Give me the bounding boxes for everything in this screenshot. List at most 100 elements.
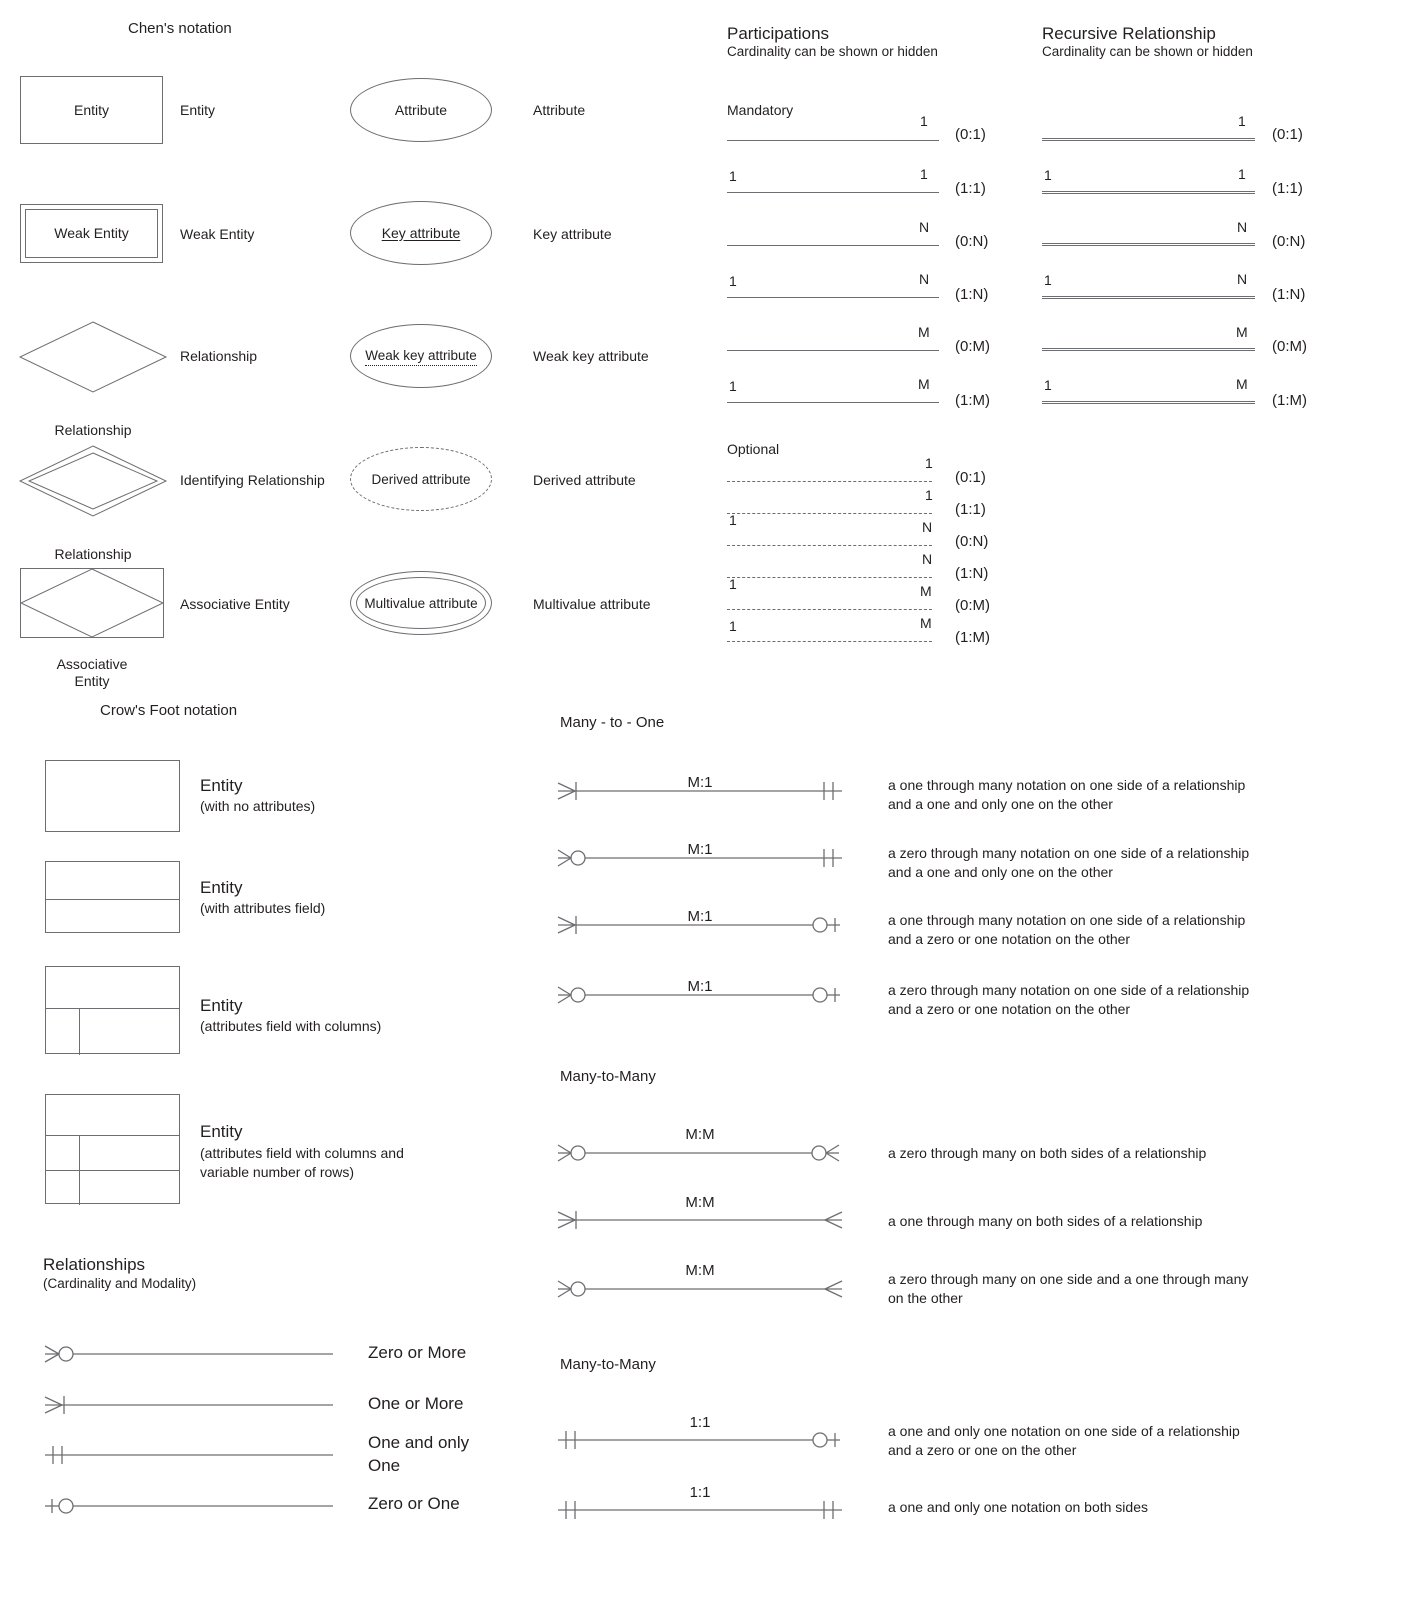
participation-right-mandatory-6: M [918,376,930,392]
recursive-line-4 [1042,296,1255,299]
desc-line-2: and a zero or one notation on the other [888,1001,1131,1017]
recursive-card-4: (1:N) [1272,286,1306,303]
desc-line-1: a zero through many notation on one side… [888,845,1250,861]
one-to-one-desc-2: a one and only one notation on both side… [888,1498,1358,1517]
recursive-right-3: N [1237,219,1248,235]
chen-notation-title: Chen's notation [128,20,232,37]
participation-left-optional-6: 1 [729,618,737,634]
desc-line-1: a one through many notation on one side … [888,777,1246,793]
many-to-many-connector-1 [557,1141,842,1165]
recursive-left-2: 1 [1044,167,1052,183]
participation-right-optional-5: M [920,583,932,599]
crowsfoot-entity-attributes-columns-rows [45,1094,180,1205]
participations-title: Participations [727,24,830,43]
chen-shape-weak-key-attribute: Weak key attribute [350,324,492,388]
chen-shape-entity-text: Entity [73,101,109,118]
participation-line-optional-2 [727,513,932,514]
recursive-line-5 [1042,348,1255,351]
modality-label-one-or-more: One or More [368,1394,464,1413]
recursive-right-4: N [1237,271,1248,287]
chen-shape-weak-entity: Weak Entity [20,204,163,263]
participation-card-mandatory-6: (1:M) [955,392,990,409]
recursive-title: Recursive Relationship [1042,24,1216,43]
desc-line-1: a one and only one notation on one side … [888,1423,1240,1439]
recursive-card-3: (0:N) [1272,233,1306,250]
chen-shape-weak-entity-text: Weak Entity [54,225,129,241]
participations-mandatory-label: Mandatory [727,102,794,118]
chen-shape-identifying-relationship: Relationship [18,444,168,562]
modality-label-one-and-only-one-2: One [368,1456,401,1475]
chen-label-derived-attribute: Derived attribute [533,472,636,488]
one-to-one-title: Many-to-Many [560,1356,656,1373]
participation-line-optional-3 [727,545,932,546]
crowsfoot-entity-1-label: Entity [200,776,243,795]
participation-card-optional-4: (1:N) [955,565,989,582]
participation-line-mandatory-3 [727,245,939,246]
participation-card-mandatory-5: (0:M) [955,338,990,355]
participation-card-optional-2: (1:1) [955,501,986,518]
crowsfoot-entity-3-label: Entity [200,996,243,1015]
many-to-one-connector-3 [557,913,842,937]
chen-shape-key-attribute-text: Key attribute [381,224,461,241]
many-to-one-desc-3: a one through many notation on one side … [888,911,1358,949]
chen-label-associative-entity: Associative Entity [180,596,290,612]
chen-shape-associative-entity-text: Associative Entity [20,656,164,690]
participation-card-mandatory-2: (1:1) [955,180,986,197]
desc-line-1: a one through many on both sides of a re… [888,1213,1203,1229]
participation-card-optional-5: (0:M) [955,597,990,614]
desc-line-1: a zero through many notation on one side… [888,982,1250,998]
modality-symbol-one-and-only-one [45,1438,333,1472]
one-to-one-connector-1 [558,1428,842,1452]
participation-right-mandatory-1: 1 [920,113,928,129]
recursive-card-6: (1:M) [1272,392,1307,409]
crowsfoot-entity-4-label: Entity [200,1122,243,1141]
participation-right-optional-1: 1 [925,455,933,471]
recursive-right-6: M [1236,376,1248,392]
recursive-line-2 [1042,191,1255,194]
chen-shape-attribute: Attribute [350,78,492,142]
chen-shape-multivalue-attribute: Multivalue attribute [350,571,492,635]
desc-line-2: and a zero or one notation on the other [888,931,1131,947]
modality-symbol-one-or-more [44,1388,333,1422]
crowsfoot-entity-4-sub: (attributes field with columns and [200,1145,404,1161]
many-to-one-desc-1: a one through many notation on one side … [888,776,1358,814]
many-to-one-desc-4: a zero through many notation on one side… [888,981,1358,1019]
participations-optional-label: Optional [727,441,780,457]
chen-shape-associative-entity: Associative Entity [19,568,165,689]
participation-left-optional-5: 1 [729,576,737,592]
assoc-line-1: Associative [56,656,128,672]
recursive-right-1: 1 [1238,113,1246,129]
desc-line-2: and a one and only one on the other [888,796,1113,812]
chen-label-multivalue-attribute: Multivalue attribute [533,596,651,612]
participation-card-mandatory-1: (0:1) [955,126,986,143]
participation-line-optional-4 [727,577,932,578]
chen-shape-derived-attribute: Derived attribute [350,447,492,511]
recursive-card-5: (0:M) [1272,338,1307,355]
modality-label-zero-or-one: Zero or One [368,1494,460,1513]
participation-right-mandatory-4: N [919,271,930,287]
recursive-card-2: (1:1) [1272,180,1303,197]
participation-line-mandatory-4 [727,297,939,298]
crowsfoot-entity-2-label: Entity [200,878,243,897]
modality-symbol-zero-or-more [44,1337,333,1371]
entity-divider [45,1008,180,1009]
desc-line-2: on the other [888,1290,963,1306]
modality-label-one-and-only-one: One and only [368,1433,470,1452]
modality-symbol-zero-or-one [45,1489,333,1523]
chen-shape-entity: Entity [20,76,163,144]
desc-line-1: a one and only one notation on both side… [888,1499,1148,1515]
participation-card-mandatory-3: (0:N) [955,233,989,250]
entity-divider [45,899,180,900]
participation-line-mandatory-1 [727,140,939,141]
many-to-one-connector-2 [557,846,842,870]
participation-line-optional-1 [727,481,932,482]
recursive-line-1 [1042,138,1255,141]
crowsfoot-entity-attributes-with-columns [45,966,180,1055]
chen-label-weak-entity: Weak Entity [180,226,255,242]
chen-shape-derived-attribute-text: Derived attribute [371,471,471,487]
participation-right-mandatory-3: N [919,219,930,235]
chen-shape-relationship-text: Relationship [54,422,132,438]
many-to-many-desc-3: a zero through many on one side and a on… [888,1270,1358,1308]
one-to-one-desc-1: a one and only one notation on one side … [888,1422,1358,1460]
recursive-line-3 [1042,243,1255,246]
